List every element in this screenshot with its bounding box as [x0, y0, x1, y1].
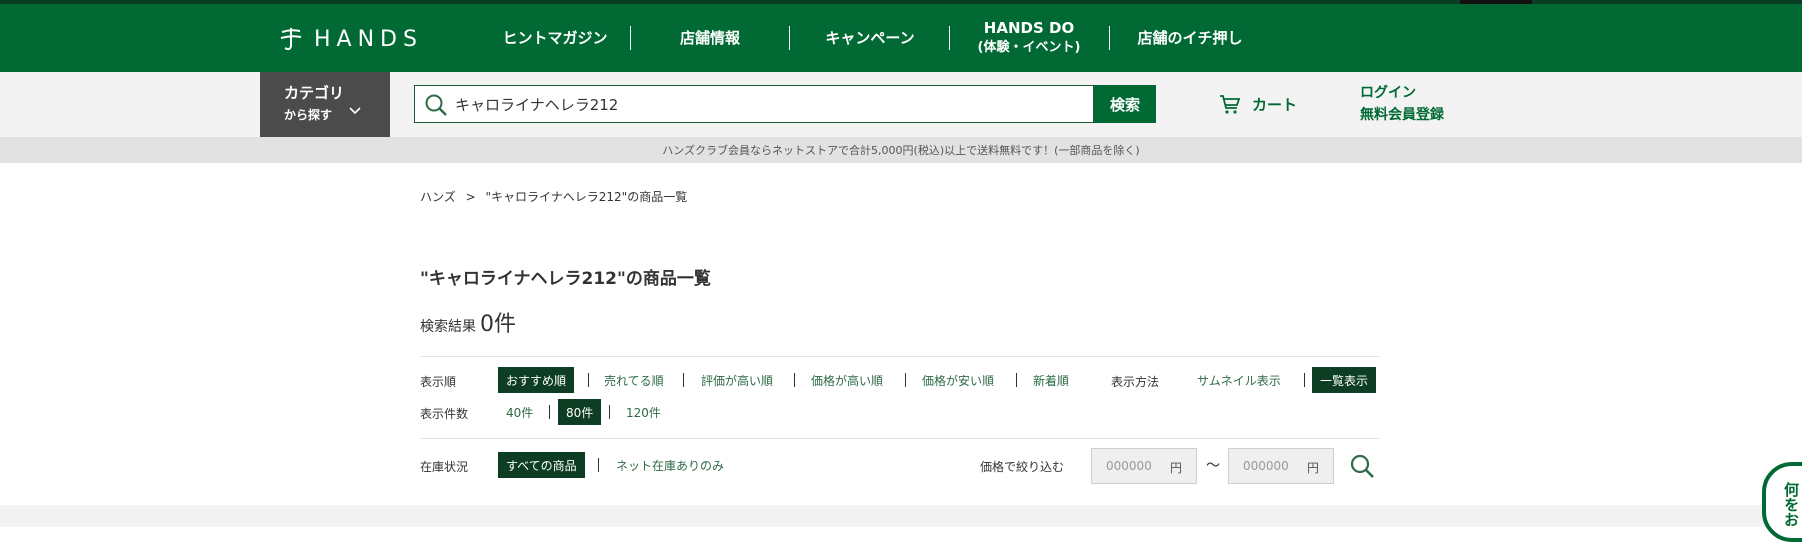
breadcrumb: ハンズ > "キャロライナヘレラ212"の商品一覧: [420, 188, 693, 205]
hands-logo[interactable]: HANDS: [278, 26, 423, 52]
per-page-80[interactable]: 80件: [558, 399, 602, 425]
divider: [420, 356, 1380, 357]
nav-store-info[interactable]: 店舗情報: [640, 20, 780, 56]
floating-help-label: 何をお: [1782, 482, 1800, 527]
nav-separator: [630, 26, 631, 50]
nav-campaign[interactable]: キャンペーン: [800, 20, 940, 56]
search-icon: [425, 94, 447, 116]
per-page-label: 表示件数: [420, 407, 469, 421]
header-top-line-accent: [1460, 0, 1532, 4]
breadcrumb-separator: >: [465, 190, 476, 204]
option-separator: [1304, 373, 1305, 387]
cart-link[interactable]: カート: [1218, 92, 1297, 116]
nav-hint-magazine[interactable]: ヒントマガジン: [488, 20, 622, 56]
nav-hands-do[interactable]: HANDS DO (体験・イベント): [958, 19, 1100, 56]
category-sublabel: から探す: [284, 108, 333, 122]
search-input[interactable]: [455, 86, 1085, 122]
price-range-tilde: 〜: [1206, 458, 1220, 474]
nav-store-recommend[interactable]: 店舗のイチ押し: [1118, 20, 1262, 56]
page-title: "キャロライナヘレラ212"の商品一覧: [420, 269, 711, 289]
price-unit: 円: [1306, 461, 1319, 475]
nav-separator: [949, 26, 950, 50]
nav-label: 店舗のイチ押し: [1137, 29, 1243, 47]
option-separator: [905, 373, 906, 387]
register-link[interactable]: 無料会員登録: [1360, 104, 1444, 126]
sort-price-low[interactable]: 価格が安い順: [922, 367, 994, 393]
option-separator: [598, 458, 599, 472]
view-thumbnail[interactable]: サムネイル表示: [1197, 367, 1281, 393]
divider: [420, 438, 1380, 439]
login-link[interactable]: ログイン: [1360, 82, 1444, 104]
result-label: 検索結果: [420, 319, 476, 335]
nav-label: 店舗情報: [679, 29, 740, 47]
sort-recommended[interactable]: おすすめ順: [498, 367, 575, 393]
price-max-field[interactable]: 000000 円: [1228, 448, 1334, 484]
category-label: カテゴリ: [284, 84, 345, 102]
hands-logo-mark-icon: [280, 28, 302, 51]
nav-label: ヒントマガジン: [502, 29, 608, 47]
nav-separator: [789, 26, 790, 50]
view-label: 表示方法: [1111, 375, 1160, 389]
stock-all-items[interactable]: すべての商品: [498, 452, 585, 478]
option-separator: [1016, 373, 1017, 387]
nav-label: HANDS DO: [983, 19, 1075, 37]
search-button[interactable]: 検索: [1094, 85, 1156, 123]
sort-label: 表示順: [420, 375, 457, 389]
price-min-placeholder: 000000: [1106, 459, 1152, 473]
shipping-notice: ハンズクラブ会員ならネットストアで合計5,000円(税込)以上で送料無料です！(…: [0, 137, 1802, 163]
price-unit: 円: [1169, 461, 1182, 475]
account-links: ログイン 無料会員登録: [1360, 82, 1444, 126]
option-separator: [794, 373, 795, 387]
sort-price-high[interactable]: 価格が高い順: [811, 367, 883, 393]
sort-best-selling[interactable]: 売れてる順: [604, 367, 664, 393]
price-max-placeholder: 000000: [1243, 459, 1289, 473]
price-search-icon[interactable]: [1348, 452, 1376, 480]
floating-help-tab[interactable]: 何をお: [1762, 462, 1802, 542]
option-separator: [609, 405, 610, 419]
sort-highest-rated[interactable]: 評価が高い順: [701, 367, 773, 393]
option-separator: [549, 405, 550, 419]
breadcrumb-current: "キャロライナヘレラ212"の商品一覧: [485, 190, 688, 204]
stock-label: 在庫状況: [420, 460, 469, 474]
search-box: [414, 85, 1094, 123]
nav-label: キャンペーン: [825, 29, 915, 47]
cart-label: カート: [1252, 95, 1298, 114]
option-separator: [683, 373, 684, 387]
price-filter-label: 価格で絞り込む: [980, 460, 1065, 474]
per-page-40[interactable]: 40件: [506, 399, 533, 425]
breadcrumb-home[interactable]: ハンズ: [420, 190, 456, 204]
chevron-down-icon: [349, 107, 361, 115]
per-page-120[interactable]: 120件: [626, 399, 661, 425]
result-count: 0件: [480, 312, 516, 337]
view-list[interactable]: 一覧表示: [1312, 367, 1377, 393]
logo-text: HANDS: [314, 26, 423, 52]
nav-separator: [1109, 26, 1110, 50]
search-result-count: 検索結果 0件: [420, 306, 516, 338]
price-min-field[interactable]: 000000 円: [1091, 448, 1197, 484]
footer-band: [0, 505, 1802, 527]
sort-newest[interactable]: 新着順: [1033, 367, 1069, 393]
cart-icon: [1220, 95, 1241, 114]
category-menu-button[interactable]: カテゴリ から探す: [260, 72, 390, 137]
stock-in-stock-only[interactable]: ネット在庫ありのみ: [616, 452, 724, 478]
option-separator: [588, 373, 589, 387]
nav-sublabel: (体験・イベント): [977, 40, 1081, 55]
